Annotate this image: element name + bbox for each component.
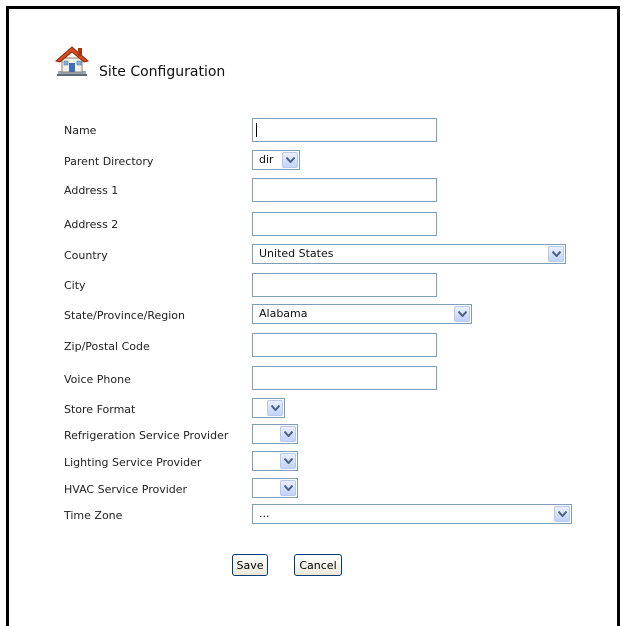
text-caret <box>256 123 257 137</box>
cancel-button[interactable]: Cancel <box>294 554 342 576</box>
city-input[interactable] <box>252 273 437 297</box>
address1-input[interactable] <box>252 178 437 202</box>
chevron-down-icon[interactable] <box>280 453 296 469</box>
chevron-down-icon[interactable] <box>280 426 296 442</box>
address2-label: Address 2 <box>64 218 119 231</box>
voice-phone-input[interactable] <box>252 366 437 390</box>
name-label: Name <box>64 124 97 137</box>
chevron-down-icon[interactable] <box>267 400 283 416</box>
zip-input[interactable] <box>252 333 437 357</box>
time-zone-value: ... <box>259 507 270 520</box>
page-title: Site Configuration <box>99 64 226 80</box>
state-value: Alabama <box>259 307 308 320</box>
address2-input[interactable] <box>252 212 437 236</box>
refrigeration-select[interactable] <box>252 424 298 444</box>
time-zone-label: Time Zone <box>64 509 123 522</box>
time-zone-select[interactable]: ... <box>252 504 572 524</box>
hvac-select[interactable] <box>252 478 298 498</box>
chevron-down-icon[interactable] <box>280 480 296 496</box>
store-format-select[interactable] <box>252 398 285 418</box>
parent-directory-value: dir <box>259 153 274 166</box>
voice-phone-label: Voice Phone <box>64 373 131 386</box>
zip-label: Zip/Postal Code <box>64 340 150 353</box>
chevron-down-icon[interactable] <box>282 152 298 168</box>
country-label: Country <box>64 249 108 262</box>
save-button[interactable]: Save <box>232 554 268 576</box>
state-select[interactable]: Alabama <box>252 304 472 324</box>
chevron-down-icon[interactable] <box>548 246 564 262</box>
lighting-label: Lighting Service Provider <box>64 456 202 469</box>
chevron-down-icon[interactable] <box>554 506 570 522</box>
refrigeration-label: Refrigeration Service Provider <box>64 429 229 442</box>
state-label: State/Province/Region <box>64 309 185 322</box>
parent-directory-label: Parent Directory <box>64 155 154 168</box>
country-select[interactable]: United States <box>252 244 566 264</box>
address1-label: Address 1 <box>64 184 119 197</box>
house-icon <box>54 46 90 76</box>
city-label: City <box>64 279 86 292</box>
chevron-down-icon[interactable] <box>454 306 470 322</box>
country-value: United States <box>259 247 334 260</box>
name-input[interactable] <box>252 118 437 142</box>
parent-directory-select[interactable]: dir <box>252 150 300 170</box>
store-format-label: Store Format <box>64 403 136 416</box>
hvac-label: HVAC Service Provider <box>64 483 188 496</box>
lighting-select[interactable] <box>252 451 298 471</box>
